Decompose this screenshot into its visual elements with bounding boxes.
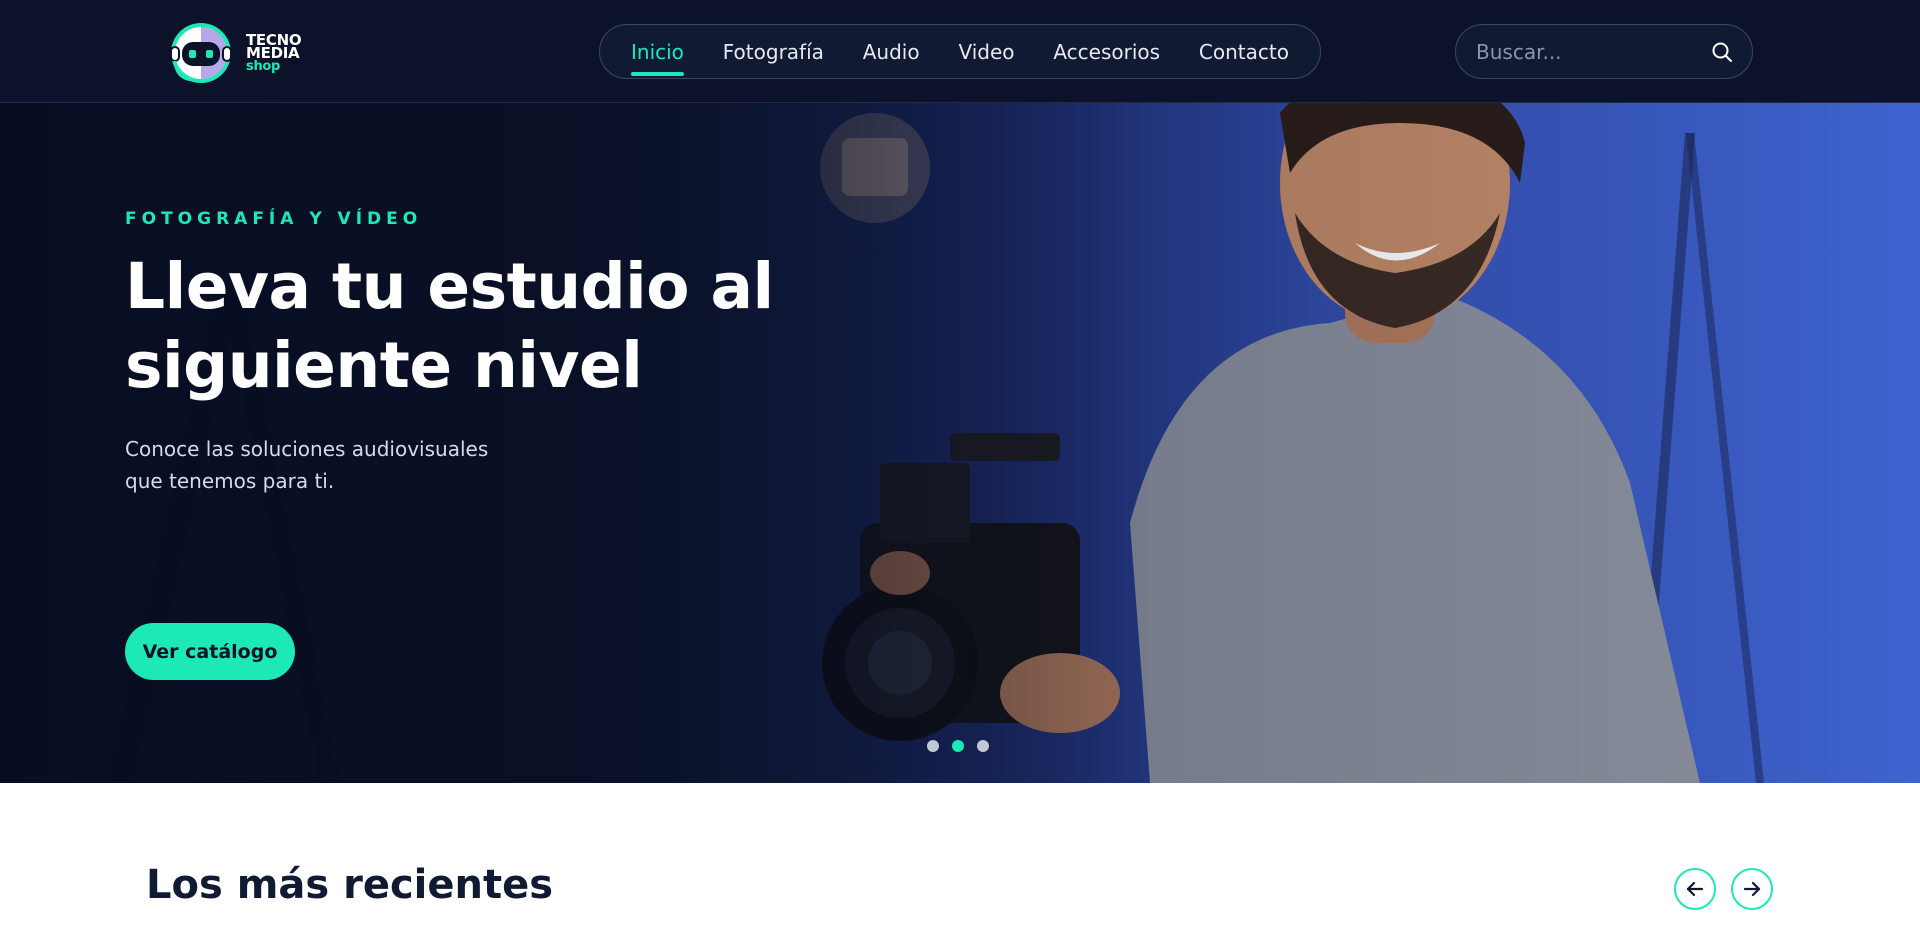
next-button[interactable] [1731, 868, 1773, 910]
search-box [1455, 24, 1753, 79]
search-icon[interactable] [1710, 40, 1734, 64]
hero-subtitle: Conoce las soluciones audiovisuales que … [125, 437, 489, 493]
nav-item-audio[interactable]: Audio [863, 40, 920, 64]
nav-item-inicio[interactable]: Inicio [631, 40, 684, 76]
arrow-right-icon [1743, 881, 1761, 897]
carousel-dot-2[interactable] [952, 740, 964, 752]
previous-button[interactable] [1674, 868, 1716, 910]
carousel-dots [927, 740, 989, 752]
nav-item-fotografia[interactable]: Fotografía [723, 40, 824, 64]
site-header: TECNO MEDIA shop Inicio Fotografía Audio… [0, 0, 1920, 103]
nav-item-video[interactable]: Video [958, 40, 1014, 64]
section-title-recent: Los más recientes [146, 862, 554, 908]
carousel-dot-1[interactable] [927, 740, 939, 752]
view-catalog-button[interactable]: Ver catálogo [125, 623, 295, 680]
search-input[interactable] [1476, 25, 1706, 78]
nav-item-accesorios[interactable]: Accesorios [1053, 40, 1160, 64]
brand-logo[interactable]: TECNO MEDIA shop [168, 20, 318, 86]
hero-banner: FOTOGRAFÍA Y VÍDEO Lleva tu estudio al s… [0, 103, 1920, 783]
carousel-dot-3[interactable] [977, 740, 989, 752]
main-nav: Inicio Fotografía Audio Video Accesorios… [599, 24, 1321, 79]
hero-content: FOTOGRAFÍA Y VÍDEO Lleva tu estudio al s… [125, 209, 825, 680]
hero-eyebrow: FOTOGRAFÍA Y VÍDEO [125, 209, 423, 229]
arrow-left-icon [1686, 881, 1704, 897]
robot-logo-icon [170, 23, 232, 83]
nav-item-contacto[interactable]: Contacto [1199, 40, 1289, 64]
hero-title: Lleva tu estudio al siguiente nivel [125, 250, 774, 402]
brand-wordmark: TECNO MEDIA shop [246, 33, 302, 74]
